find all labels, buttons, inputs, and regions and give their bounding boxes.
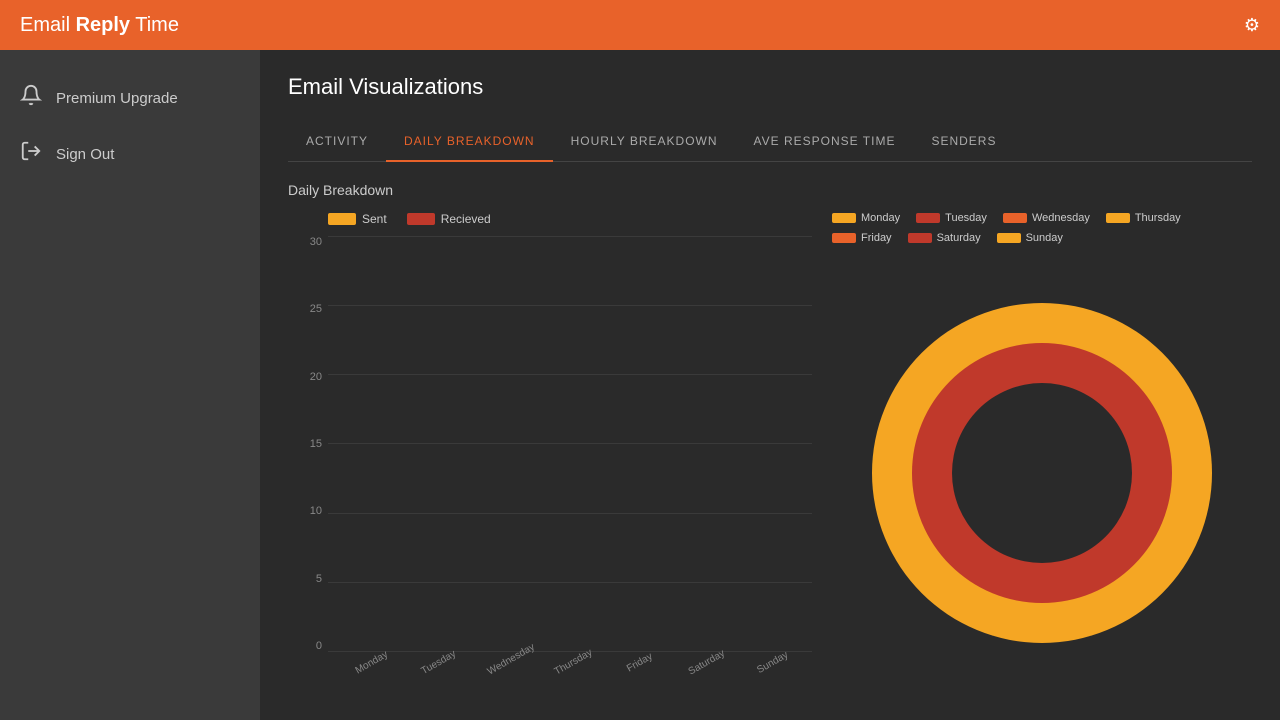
x-label-saturday: Saturday (686, 648, 738, 697)
page-title: Email Visualizations (288, 74, 1252, 100)
legend-received: Recieved (407, 212, 491, 226)
legend-received-label: Recieved (441, 212, 491, 226)
donut-chart: Monday Tuesday Wednesday Thursday (832, 212, 1252, 692)
donut-legend-sunday: Sunday (997, 232, 1063, 244)
monday-swatch (832, 213, 856, 223)
y-label-25: 25 (310, 303, 322, 315)
wednesday-swatch (1003, 213, 1027, 223)
x-axis: MondayTuesdayWednesdayThursdayFridaySatu… (328, 652, 812, 692)
donut-legend-wednesday: Wednesday (1003, 212, 1090, 224)
bar-chart-inner: 30 25 20 15 10 5 0 (288, 236, 812, 692)
sidebar-item-premium-label: Premium Upgrade (56, 90, 178, 107)
donut-legend-saturday: Saturday (908, 232, 981, 244)
settings-icon[interactable]: ⚙ (1244, 15, 1260, 36)
x-label-monday: Monday (352, 648, 404, 697)
sidebar-item-signout-label: Sign Out (56, 146, 114, 163)
donut-legend-tuesday: Tuesday (916, 212, 987, 224)
app-title: Email Reply Time (20, 14, 179, 37)
friday-swatch (832, 233, 856, 243)
sidebar: Premium Upgrade Sign Out (0, 50, 260, 720)
bars-group (328, 236, 812, 652)
donut-legend-friday: Friday (832, 232, 892, 244)
signout-icon (20, 140, 42, 168)
y-label-10: 10 (310, 505, 322, 517)
y-label-20: 20 (310, 371, 322, 383)
section-label: Daily Breakdown (288, 182, 1252, 198)
tab-senders[interactable]: SENDERS (913, 122, 1014, 162)
x-label-sunday: Sunday (753, 648, 805, 697)
y-label-15: 15 (310, 438, 322, 450)
sidebar-item-premium[interactable]: Premium Upgrade (0, 70, 260, 126)
y-label-5: 5 (316, 573, 322, 585)
tab-ave-response-time[interactable]: AVE RESPONSE TIME (736, 122, 914, 162)
donut-legend: Monday Tuesday Wednesday Thursday (832, 212, 1252, 244)
x-label-tuesday: Tuesday (419, 648, 471, 697)
y-axis: 30 25 20 15 10 5 0 (288, 236, 328, 692)
donut-legend-thursday: Thursday (1106, 212, 1181, 224)
saturday-swatch (908, 233, 932, 243)
donut-svg-wrapper (832, 254, 1252, 692)
donut-friday-label: Friday (861, 232, 892, 244)
main-layout: Premium Upgrade Sign Out Email Visualiza… (0, 50, 1280, 720)
x-label-thursday: Thursday (553, 648, 605, 697)
donut-center-hole (952, 383, 1132, 563)
received-swatch (407, 213, 435, 225)
thursday-swatch (1106, 213, 1130, 223)
y-label-0: 0 (316, 640, 322, 652)
legend-sent: Sent (328, 212, 387, 226)
tab-hourly-breakdown[interactable]: HOURLY BREAKDOWN (553, 122, 736, 162)
bar-chart-legend: Sent Recieved (288, 212, 812, 226)
sent-swatch (328, 213, 356, 225)
app-header: Email Reply Time ⚙ (0, 0, 1280, 50)
bell-icon (20, 84, 42, 112)
donut-wednesday-label: Wednesday (1032, 212, 1090, 224)
bar-area: MondayTuesdayWednesdayThursdayFridaySatu… (328, 236, 812, 692)
x-label-friday: Friday (619, 648, 671, 697)
charts-area: Sent Recieved 30 25 20 15 10 5 (288, 212, 1252, 692)
tab-bar: ACTIVITY DAILY BREAKDOWN HOURLY BREAKDOW… (288, 122, 1252, 162)
sidebar-item-signout[interactable]: Sign Out (0, 126, 260, 182)
donut-sunday-label: Sunday (1026, 232, 1063, 244)
donut-saturday-label: Saturday (937, 232, 981, 244)
y-label-30: 30 (310, 236, 322, 248)
tuesday-swatch (916, 213, 940, 223)
donut-svg (852, 283, 1232, 663)
donut-legend-monday: Monday (832, 212, 900, 224)
donut-tuesday-label: Tuesday (945, 212, 987, 224)
bar-chart: Sent Recieved 30 25 20 15 10 5 (288, 212, 812, 692)
main-content: Email Visualizations ACTIVITY DAILY BREA… (260, 50, 1280, 720)
tab-activity[interactable]: ACTIVITY (288, 122, 386, 162)
x-label-wednesday: Wednesday (486, 648, 538, 697)
sunday-swatch (997, 233, 1021, 243)
legend-sent-label: Sent (362, 212, 387, 226)
tab-daily-breakdown[interactable]: DAILY BREAKDOWN (386, 122, 553, 162)
donut-monday-label: Monday (861, 212, 900, 224)
donut-thursday-label: Thursday (1135, 212, 1181, 224)
